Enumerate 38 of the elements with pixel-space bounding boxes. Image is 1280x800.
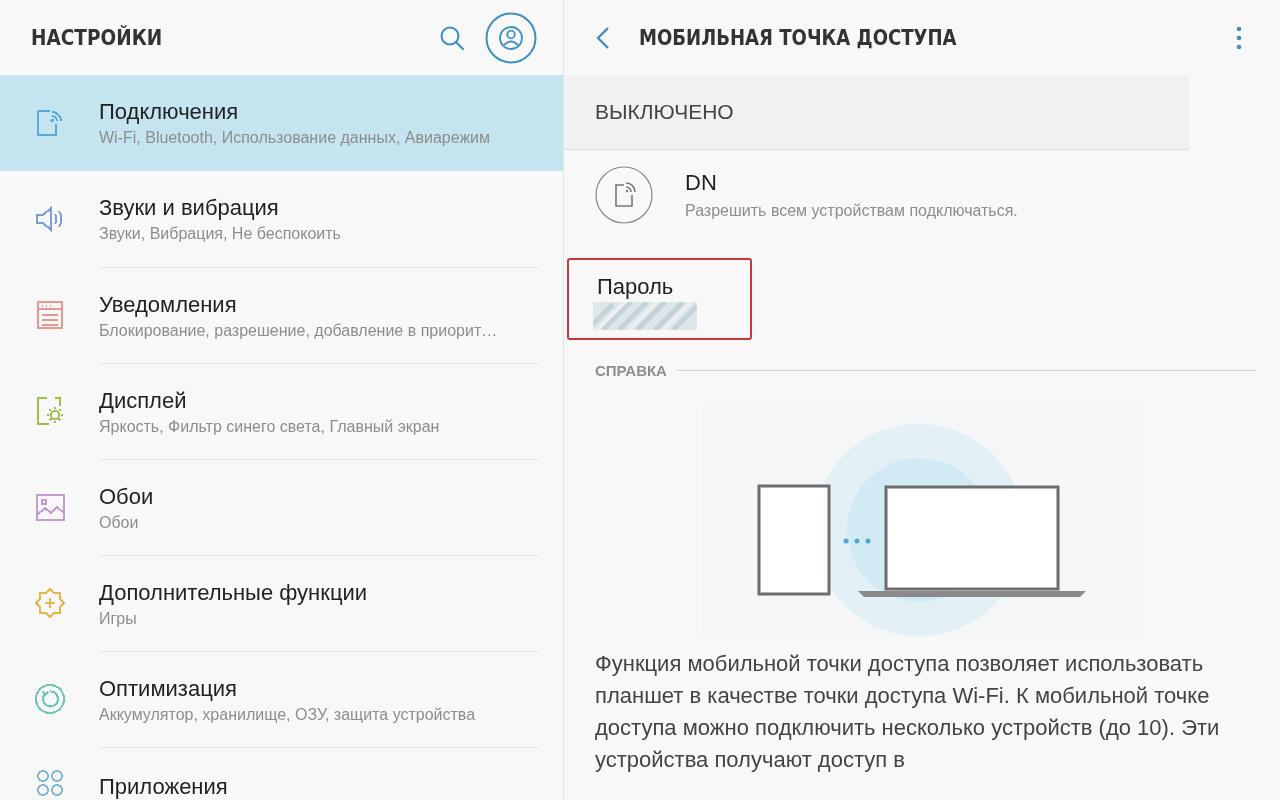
status-label: ВЫКЛЮЧЕНО	[595, 100, 734, 124]
account-icon[interactable]	[485, 11, 537, 64]
network-name: DN	[685, 170, 718, 196]
menu-item-subtitle: Звуки, Вибрация, Не беспокоить	[99, 225, 342, 243]
network-subtitle: Разрешить всем устройствам подключаться.	[685, 202, 1018, 220]
menu-item-title: Уведомления	[99, 291, 238, 318]
settings-menu-item[interactable]: Обои Обои	[0, 459, 563, 555]
password-label: Пароль	[597, 274, 675, 300]
page-title: МОБИЛЬНАЯ ТОЧКА ДОСТУПА	[639, 25, 958, 50]
section-heading: СПРАВКА	[595, 362, 667, 379]
menu-item-subtitle: Аккумулятор, хранилище, ОЗУ, защита устройства	[99, 705, 477, 724]
phone-signal-icon	[595, 166, 653, 224]
menu-item-subtitle: Wi-Fi, Bluetooth, Использование данных, Авиарежим	[99, 129, 492, 147]
menu-item-subtitle: Блокирование, разрешение, добавление в приорит…	[99, 321, 499, 340]
menu-item-title: Дополнительные функции	[99, 579, 369, 606]
menu-item-title: Звуки и вибрация	[99, 195, 280, 221]
menu-item-subtitle: Яркость, Фильтр синего света, Главный экран	[99, 417, 441, 436]
settings-menu-item[interactable]: Звуки и вибрация Звуки, Вибрация, Не беспокоить	[0, 171, 563, 267]
settings-menu-item[interactable]: Дисплей Яркость, Фильтр синего света, Главный экран	[0, 363, 563, 459]
menu-item-subtitle: Обои	[99, 513, 140, 532]
help-paragraph: Функция мобильной точки доступа позволяет использовать планшет в качестве точки доступа Wi-Fi. К мобильной точке доступа можно подключить несколько устройств (до 10). Эти устройства получают доступ в	[595, 650, 1221, 774]
back-icon[interactable]	[596, 25, 610, 50]
menu-item-title: Приложения	[99, 774, 229, 800]
more-options-icon[interactable]	[1236, 25, 1242, 50]
menu-item-title: Оптимизация	[99, 675, 238, 702]
settings-menu-item[interactable]: Дополнительные функции Игры	[0, 555, 563, 651]
search-icon[interactable]	[439, 24, 465, 51]
settings-menu-item[interactable]: Оптимизация Аккумулятор, хранилище, ОЗУ, защита устройства	[0, 651, 563, 747]
menu-item-title: Обои	[99, 483, 155, 510]
menu-item-subtitle: Игры	[99, 609, 138, 628]
menu-item-title: Подключения	[99, 99, 240, 125]
menu-item-title: Дисплей	[99, 387, 188, 414]
settings-menu-item[interactable]: Подключения Wi-Fi, Bluetooth, Использование данных, Авиарежим	[0, 75, 563, 171]
settings-menu-item[interactable]: Приложения	[0, 747, 563, 800]
settings-menu-item[interactable]: Уведомления Блокирование, разрешение, добавление в приорит…	[0, 267, 563, 363]
status-bar[interactable]: ВЫКЛЮЧЕНО	[564, 75, 1189, 150]
password-field[interactable]: Пароль	[567, 258, 752, 340]
settings-title: НАСТРОЙКИ	[31, 25, 164, 50]
